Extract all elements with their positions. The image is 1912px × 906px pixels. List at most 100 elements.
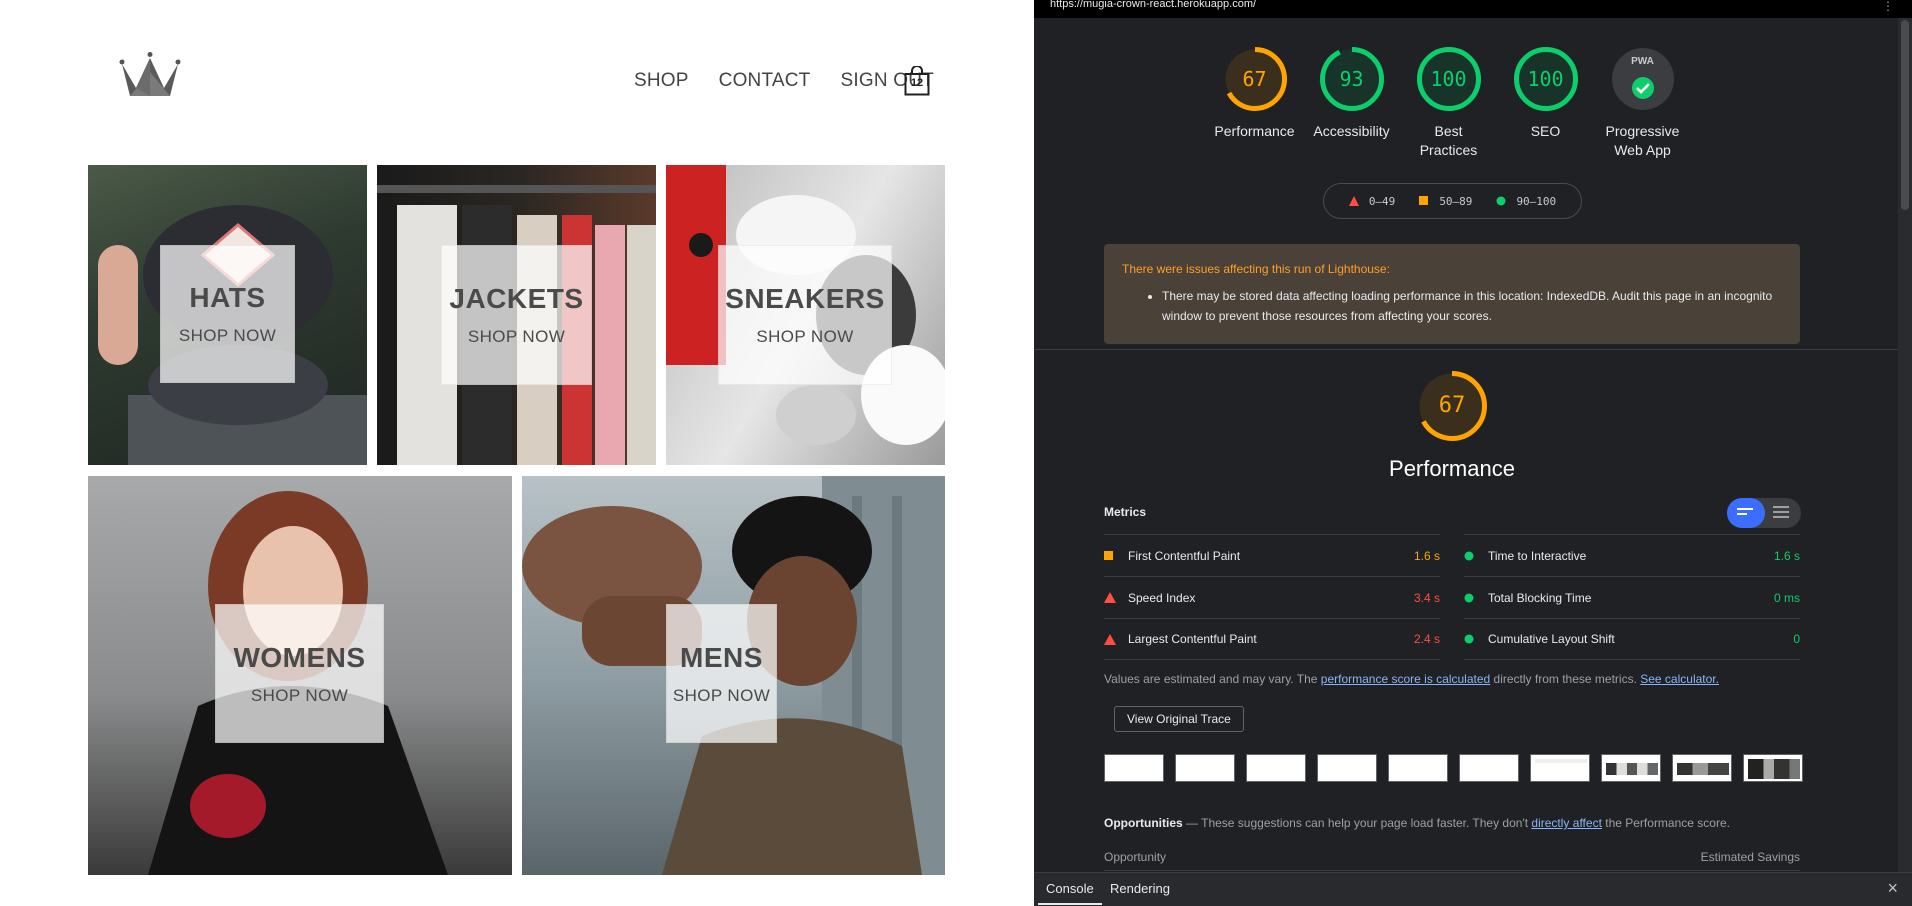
legend-fail: 0–49: [1348, 194, 1396, 208]
panel-scrollbar[interactable]: [1898, 18, 1912, 872]
score-calculated-link[interactable]: performance score is calculated: [1321, 672, 1490, 686]
cart-button[interactable]: 12: [904, 65, 930, 96]
womens-shop-now[interactable]: SHOP NOW: [251, 686, 348, 706]
more-options-icon[interactable]: ⋮: [1882, 0, 1894, 13]
metrics-note: Values are estimated and may vary. The p…: [1104, 672, 1719, 686]
view-original-trace-button[interactable]: View Original Trace: [1114, 706, 1244, 732]
legend-fail-label: 0–49: [1368, 194, 1396, 208]
green-circle-icon: [1496, 196, 1506, 206]
gauge-accessibility[interactable]: 93 Accessibility: [1303, 46, 1400, 160]
metrics-left-column: First Contentful Paint 1.6 s Speed Index…: [1104, 534, 1440, 660]
see-calculator-link[interactable]: See calculator.: [1640, 672, 1719, 686]
lighthouse-panel: https://mugia-crown-react.herokuapp.com/…: [1034, 0, 1912, 906]
metric-value: 1.6 s: [1773, 548, 1800, 563]
category-hats[interactable]: HATS SHOP NOW: [88, 165, 367, 465]
performance-title: Performance: [1389, 456, 1515, 481]
gauge-ring: 67: [1222, 46, 1288, 112]
score-gauges: 67 Performance 93 Accessibility 100 Best…: [1206, 46, 1691, 160]
opportunities-header: Opportunities — These suggestions can he…: [1104, 816, 1730, 830]
devtools-drawer: Console Rendering ×: [1034, 872, 1912, 906]
metrics-right-column: Time to Interactive 1.6 s Total Blocking…: [1464, 534, 1800, 660]
filmstrip-frame: [1530, 754, 1590, 782]
red-triangle-icon: [1104, 592, 1116, 603]
filmstrip-frame: [1175, 754, 1235, 782]
run-warning: There were issues affecting this run of …: [1104, 244, 1800, 344]
gauge-ring: 100: [1416, 46, 1482, 112]
note-text: Values are estimated and may vary. The: [1104, 672, 1321, 686]
sneakers-title: SNEAKERS: [725, 283, 885, 314]
metric-name: Largest Contentful Paint: [1128, 632, 1257, 646]
sneakers-shop-now[interactable]: SHOP NOW: [756, 327, 853, 347]
filmstrip-frame: [1246, 754, 1306, 782]
gauge-label: Accessibility: [1313, 123, 1390, 139]
warning-item: There may be stored data affecting loadi…: [1162, 286, 1782, 326]
legend-average-label: 50–89: [1439, 194, 1473, 208]
crown-clothing-site: SHOP CONTACT SIGN OUT 12 HATS SHOP NOW J…: [0, 0, 1034, 906]
directly-affect-link[interactable]: directly affect: [1531, 816, 1601, 830]
url-bar: https://mugia-crown-react.herokuapp.com/…: [1034, 0, 1912, 18]
gauge-performance[interactable]: 67 Performance: [1206, 46, 1303, 160]
gauge-score: 67: [1242, 67, 1267, 91]
site-nav: SHOP CONTACT SIGN OUT: [634, 70, 934, 92]
metric-name: First Contentful Paint: [1128, 548, 1241, 563]
filmstrip-frame: [1601, 754, 1661, 782]
nav-shop[interactable]: SHOP: [634, 70, 689, 92]
opportunities-columns: Opportunity Estimated Savings: [1104, 850, 1800, 864]
metrics-view-toggle[interactable]: [1727, 498, 1801, 528]
note-text: directly from these metrics.: [1490, 672, 1641, 686]
metric-name: Time to Interactive: [1488, 548, 1587, 563]
hats-card: HATS SHOP NOW: [160, 245, 295, 383]
filmstrip-frame: [1388, 754, 1448, 782]
tab-console[interactable]: Console: [1038, 881, 1102, 905]
nav-contact[interactable]: CONTACT: [719, 70, 811, 92]
category-sneakers[interactable]: SNEAKERS SHOP NOW: [666, 165, 945, 465]
womens-title: WOMENS: [233, 641, 366, 673]
scrollbar-thumb[interactable]: [1901, 20, 1909, 210]
gauge-label: Performance: [1214, 123, 1295, 139]
legend-pass-label: 90–100: [1516, 194, 1557, 208]
report-url[interactable]: https://mugia-crown-react.herokuapp.com/: [1050, 0, 1256, 10]
divider: [1034, 349, 1898, 350]
category-jackets[interactable]: JACKETS SHOP NOW: [377, 165, 656, 465]
green-circle-icon: [1464, 551, 1474, 560]
mens-card: MENS SHOP NOW: [666, 604, 777, 743]
hats-title: HATS: [189, 282, 266, 313]
jackets-title: JACKETS: [449, 283, 584, 314]
mens-title: MENS: [680, 641, 763, 673]
metric-value: 2.4 s: [1413, 632, 1440, 646]
estimated-savings-column-header: Estimated Savings: [1700, 850, 1800, 864]
gauge-pwa[interactable]: PWA Progressive Web App: [1594, 46, 1691, 160]
filmstrip-frame: [1743, 754, 1803, 782]
green-circle-icon: [1464, 634, 1474, 644]
filmstrip-frame: [1317, 754, 1377, 782]
metric-name: Speed Index: [1128, 590, 1196, 605]
crown-logo-icon[interactable]: [118, 52, 182, 102]
red-triangle-icon: [1348, 196, 1359, 206]
jackets-shop-now[interactable]: SHOP NOW: [468, 327, 565, 347]
close-drawer-icon[interactable]: ×: [1887, 878, 1898, 899]
category-mens[interactable]: MENS SHOP NOW: [522, 476, 945, 875]
metric-tbt: Total Blocking Time 0 ms: [1464, 576, 1800, 618]
red-triangle-icon: [1104, 633, 1116, 645]
metric-name: Total Blocking Time: [1488, 590, 1592, 605]
gauge-seo[interactable]: 100 SEO: [1497, 46, 1594, 160]
gauge-label: Progressive Web App: [1605, 123, 1680, 158]
metric-fcp: First Contentful Paint 1.6 s: [1104, 534, 1440, 576]
performance-score: 67: [1438, 393, 1466, 418]
opportunities-title: Opportunities: [1104, 816, 1183, 830]
hats-shop-now[interactable]: SHOP NOW: [179, 326, 276, 346]
tab-rendering[interactable]: Rendering: [1110, 881, 1170, 896]
womens-card: WOMENS SHOP NOW: [215, 604, 384, 743]
metric-value: 0: [1793, 632, 1800, 646]
legend-pass: 90–100: [1496, 195, 1556, 208]
metrics-heading: Metrics: [1104, 505, 1147, 519]
list-expanded-icon[interactable]: [1773, 506, 1791, 520]
metric-value: 3.4 s: [1413, 590, 1440, 605]
category-womens[interactable]: WOMENS SHOP NOW: [88, 476, 512, 875]
gauge-best-practices[interactable]: 100 Best Practices: [1400, 46, 1497, 160]
mens-shop-now[interactable]: SHOP NOW: [673, 686, 770, 706]
gauge-score: 100: [1527, 67, 1564, 91]
opportunities-text: — These suggestions can help your page l…: [1182, 816, 1532, 830]
opportunities-text: the Performance score.: [1601, 816, 1730, 830]
metric-name: Cumulative Layout Shift: [1488, 632, 1615, 646]
